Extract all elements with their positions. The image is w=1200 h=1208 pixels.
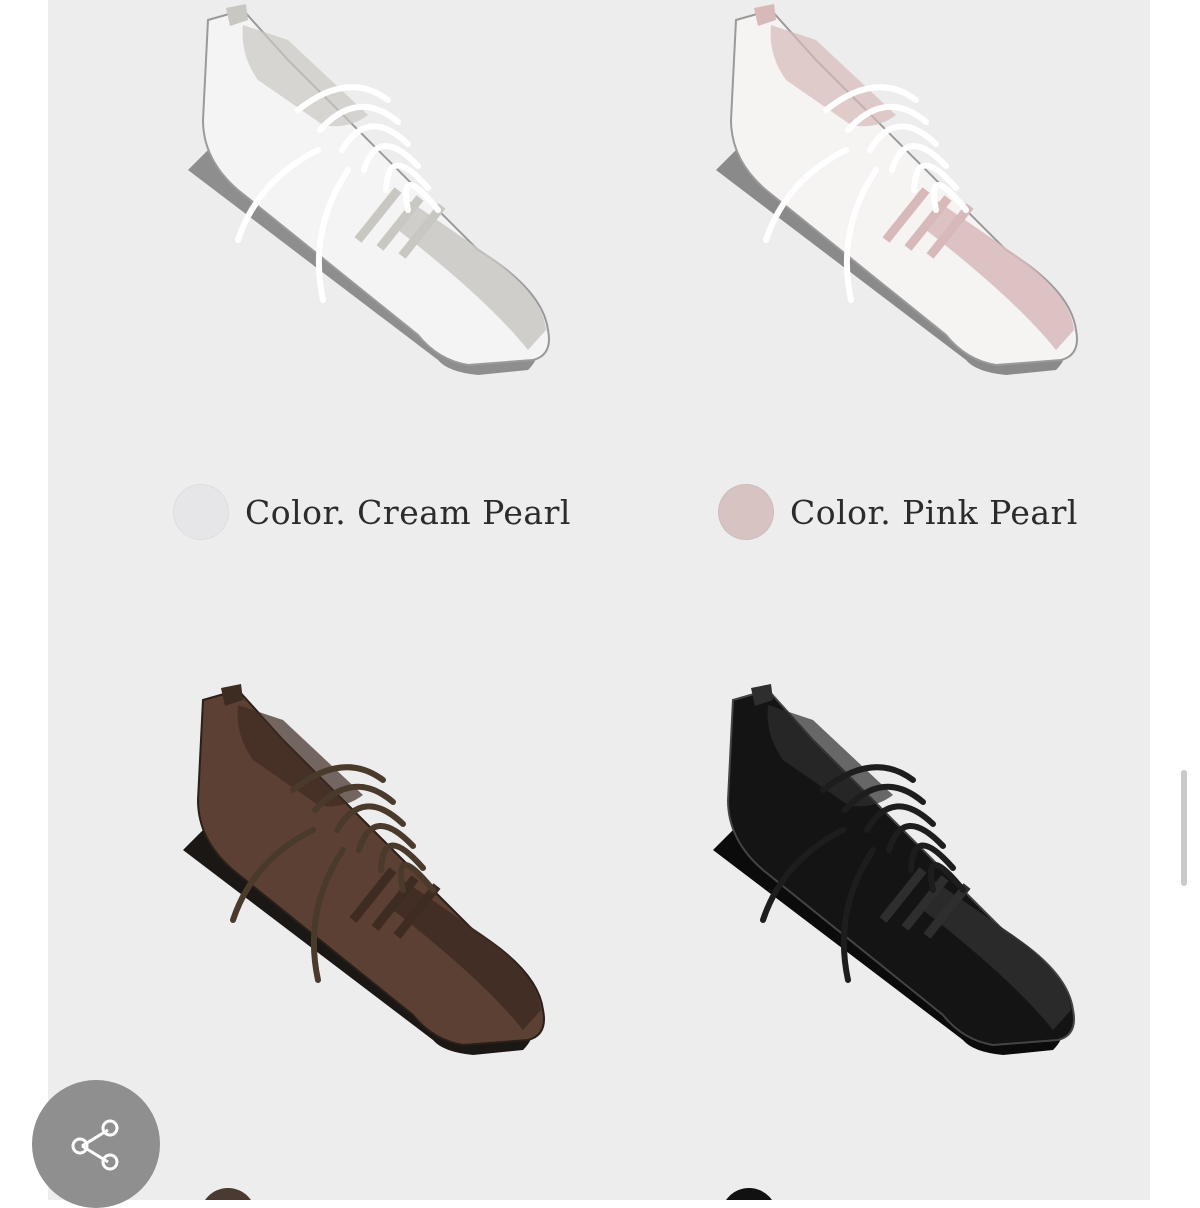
- product-image-pink-pearl[interactable]: [676, 0, 1096, 400]
- shoe-illustration: [713, 684, 1075, 1055]
- shoe-illustration: [183, 684, 545, 1055]
- color-swatch: [718, 484, 774, 540]
- shoe-illustration: [188, 4, 550, 375]
- color-swatch: [173, 484, 229, 540]
- color-option-pink-pearl[interactable]: Color. Pink Pearl: [718, 484, 1078, 540]
- color-label: Color. Cream Pearl: [245, 492, 571, 532]
- color-swatch-black[interactable]: [721, 1188, 777, 1200]
- product-image-black[interactable]: [673, 680, 1093, 1080]
- share-icon: [71, 1119, 119, 1171]
- color-option-cream-pearl[interactable]: Color. Cream Pearl: [173, 484, 571, 540]
- shoe-illustration: [716, 4, 1078, 375]
- share-button[interactable]: [32, 1080, 160, 1208]
- color-label: Color. Pink Pearl: [790, 492, 1078, 532]
- scrollbar-thumb[interactable]: [1181, 770, 1187, 886]
- product-color-gallery: Color. Cream Pearl Color. Pink Pearl: [48, 0, 1150, 1200]
- color-swatch-brown[interactable]: [200, 1188, 256, 1200]
- product-image-cream-pearl[interactable]: [148, 0, 568, 400]
- product-image-brown[interactable]: [143, 680, 563, 1080]
